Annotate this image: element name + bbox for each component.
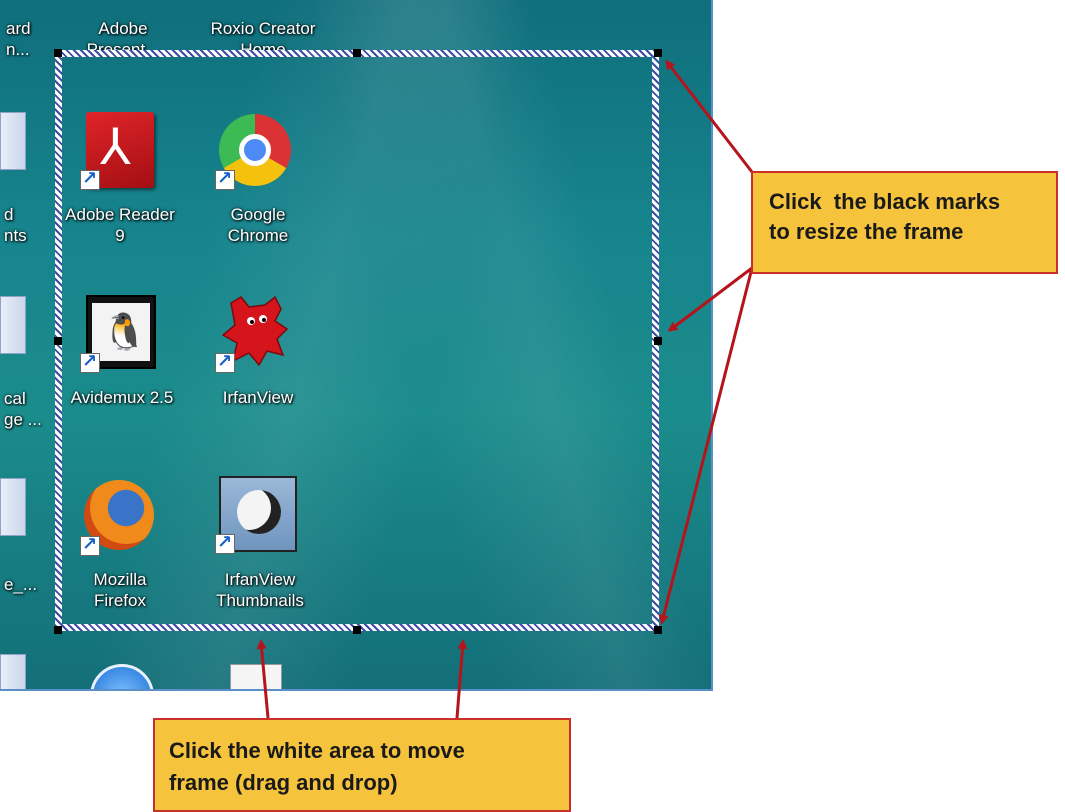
clipped-document-icon[interactable] xyxy=(0,112,26,170)
capture-frame[interactable] xyxy=(55,50,659,631)
clipped-document-icon[interactable] xyxy=(0,478,26,536)
safari-icon[interactable] xyxy=(90,664,154,689)
resize-handle-top-center[interactable] xyxy=(353,49,361,57)
resize-handle-middle-right[interactable] xyxy=(654,337,662,345)
callout-resize-instruction: Click the black marks to resize the fram… xyxy=(751,171,1058,274)
desktop-label-clipped-top: ard n... xyxy=(6,19,31,59)
clipped-document-icon[interactable] xyxy=(0,296,26,354)
resize-handle-bottom-left[interactable] xyxy=(54,626,62,634)
clipped-document-icon[interactable] xyxy=(0,654,26,689)
resize-handle-bottom-right[interactable] xyxy=(654,626,662,634)
notepad-icon[interactable] xyxy=(230,664,282,689)
resize-handle-top-right[interactable] xyxy=(654,49,662,57)
resize-handle-top-left[interactable] xyxy=(54,49,62,57)
resize-handle-bottom-center[interactable] xyxy=(353,626,361,634)
resize-handle-middle-left[interactable] xyxy=(54,337,62,345)
desktop-screenshot: ard n... Adobe Present... Roxio Creator … xyxy=(0,0,713,691)
desktop-label-clipped: cal ge ... xyxy=(4,389,42,429)
desktop-label-clipped: d nts xyxy=(4,205,27,245)
desktop-label-clipped: e_... xyxy=(4,575,38,594)
callout-move-instruction: Click the white area to move frame (drag… xyxy=(153,718,571,812)
